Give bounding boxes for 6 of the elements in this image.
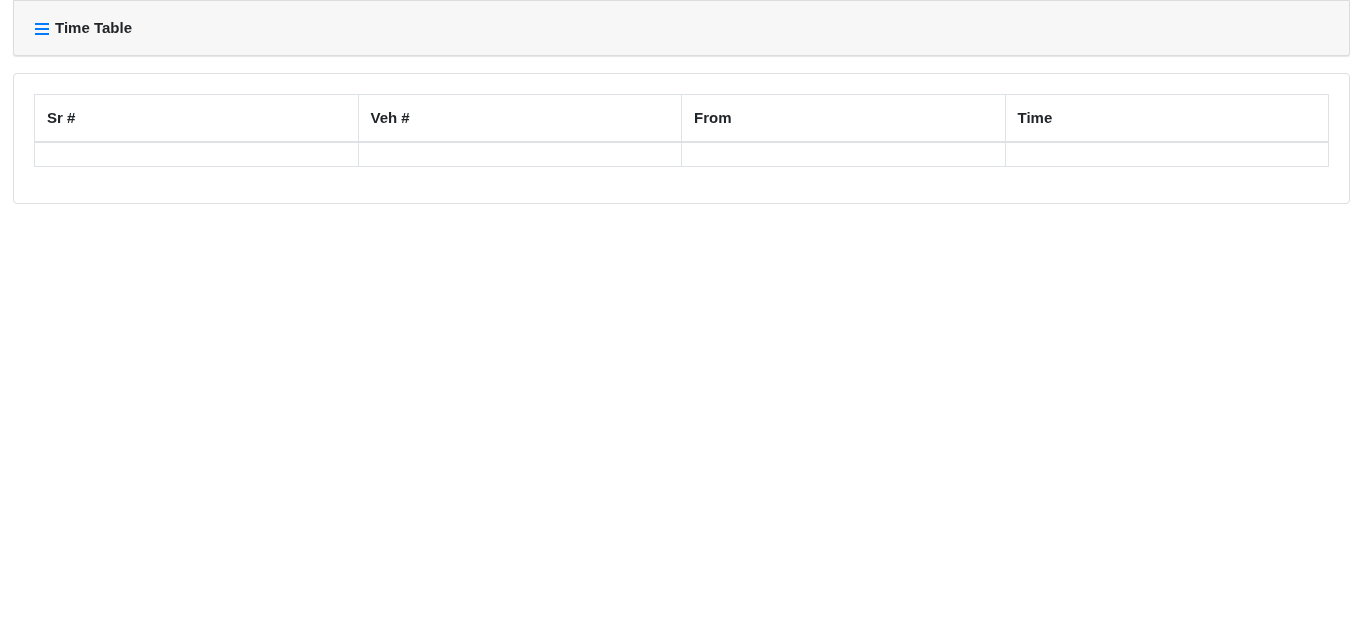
- column-header: Sr #: [34, 94, 358, 142]
- column-header: Veh #: [358, 94, 682, 142]
- menu-icon[interactable]: [35, 23, 49, 35]
- page-title: Time Table: [55, 17, 132, 38]
- column-header: Time: [1005, 94, 1329, 142]
- column-header: From: [681, 94, 1005, 142]
